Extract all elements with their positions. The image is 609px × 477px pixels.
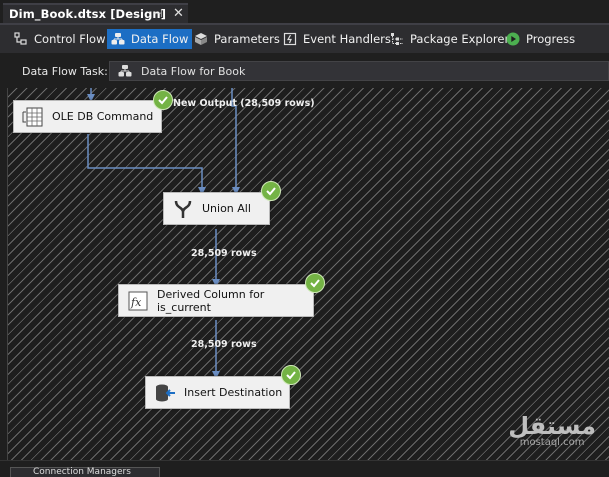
data-flow-canvas[interactable]: OLE DB Command New Output (28,509 rows) … bbox=[7, 88, 609, 460]
play-icon bbox=[506, 32, 520, 46]
derived-column-label: Derived Column for is_current bbox=[157, 287, 265, 314]
tab-progress[interactable]: Progress bbox=[506, 29, 575, 49]
watermark-latin-text: mostaql.com bbox=[519, 437, 585, 448]
data-flow-task-icon bbox=[118, 65, 132, 77]
parameters-icon bbox=[195, 33, 207, 45]
event-handlers-icon bbox=[283, 32, 297, 46]
document-tab-strip: Dim_Book.dtsx [Design] ⊣ ✕ bbox=[0, 0, 609, 25]
derived-column-success-icon bbox=[305, 273, 325, 293]
document-tab[interactable]: Dim_Book.dtsx [Design] ⊣ ✕ bbox=[3, 3, 188, 23]
data-flow-task-row: Data Flow Task: Data Flow for Book bbox=[0, 58, 609, 86]
package-explorer-icon bbox=[391, 33, 403, 45]
watermark-logo: مستقل mostaql.com bbox=[508, 414, 596, 448]
ole-db-command-icon bbox=[22, 106, 44, 128]
union-all-success-icon bbox=[261, 181, 281, 201]
new-output-rowcount-label: New Output (28,509 rows) bbox=[173, 98, 315, 109]
tab-data-flow[interactable]: Data Flow bbox=[107, 29, 193, 49]
data-flow-task-label: Data Flow Task: bbox=[22, 65, 108, 78]
control-flow-icon bbox=[14, 32, 27, 45]
watermark-arabic-text: مستقل bbox=[508, 412, 596, 440]
insert-destination-label: Insert Destination bbox=[184, 386, 283, 399]
ole-db-command-success-icon bbox=[153, 90, 173, 110]
data-flow-task-value: Data Flow for Book bbox=[141, 64, 246, 78]
tab-progress-label: Progress bbox=[526, 32, 576, 46]
tab-package-explorer-label: Package Explorer bbox=[410, 32, 510, 46]
derived-column-node[interactable]: fx Derived Column for is_current bbox=[118, 284, 314, 317]
data-flow-icon bbox=[111, 33, 125, 45]
tab-control-flow[interactable]: Control Flow bbox=[14, 29, 105, 49]
tab-package-explorer[interactable]: Package Explorer bbox=[390, 29, 509, 49]
ole-db-command-label: OLE DB Command bbox=[52, 110, 154, 123]
tab-parameters-label: Parameters bbox=[214, 32, 280, 46]
union-all-node[interactable]: Union All bbox=[163, 192, 270, 225]
pin-icon[interactable]: ⊣ bbox=[153, 7, 163, 20]
union-rowcount-label: 28,509 rows bbox=[191, 248, 257, 259]
connection-managers-tab[interactable]: Connection Managers bbox=[10, 467, 160, 477]
connection-managers-label: Connection Managers bbox=[33, 467, 131, 477]
svg-text:fx: fx bbox=[130, 296, 142, 309]
data-flow-task-select[interactable]: Data Flow for Book bbox=[109, 61, 609, 81]
designer-toolbar: Control Flow Data Flow Parameters Event … bbox=[0, 25, 609, 53]
insert-destination-success-icon bbox=[281, 365, 301, 385]
close-icon[interactable]: ✕ bbox=[173, 6, 184, 21]
connector-ole-to-union bbox=[87, 134, 206, 195]
insert-destination-node[interactable]: Insert Destination bbox=[145, 376, 290, 409]
tab-parameters[interactable]: Parameters bbox=[194, 29, 280, 49]
tab-data-flow-label: Data Flow bbox=[131, 32, 189, 46]
document-tab-title: Dim_Book.dtsx [Design] bbox=[9, 7, 167, 21]
derived-rowcount-label: 28,509 rows bbox=[191, 339, 257, 350]
bottom-panel: Connection Managers bbox=[0, 460, 609, 477]
tab-event-handlers-label: Event Handlers bbox=[303, 32, 391, 46]
union-all-icon bbox=[172, 198, 194, 220]
function-icon: fx bbox=[127, 290, 149, 312]
database-destination-icon bbox=[154, 382, 176, 404]
tab-control-flow-label: Control Flow bbox=[34, 32, 106, 46]
union-all-label: Union All bbox=[202, 202, 251, 215]
tab-event-handlers[interactable]: Event Handlers bbox=[283, 29, 391, 49]
ole-db-command-node[interactable]: OLE DB Command bbox=[13, 100, 162, 133]
